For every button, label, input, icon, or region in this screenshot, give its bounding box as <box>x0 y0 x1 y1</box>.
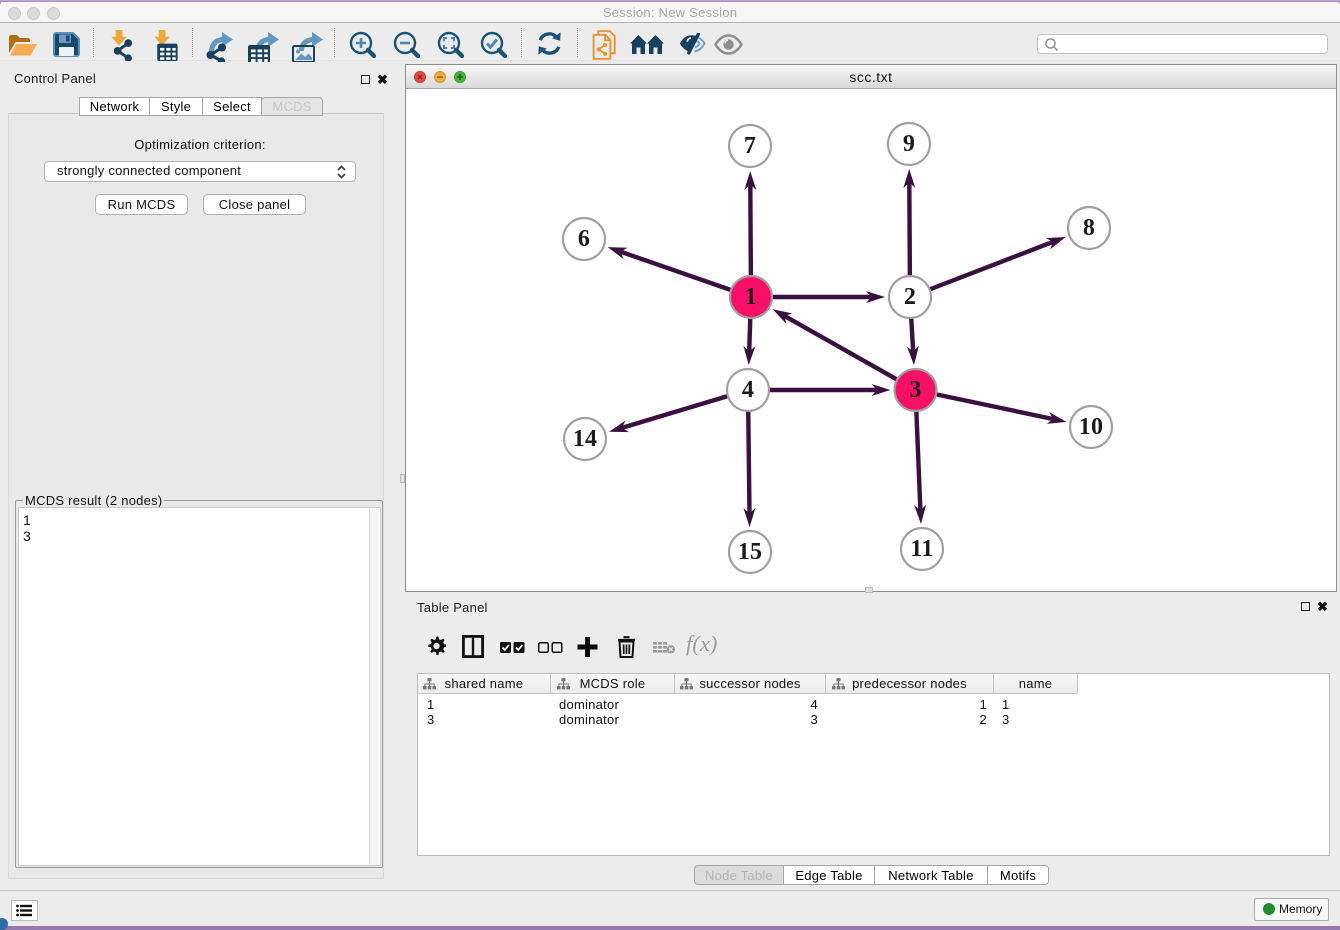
svg-text:3: 3 <box>909 377 921 403</box>
svg-text:9: 9 <box>903 131 915 157</box>
svg-text:6: 6 <box>578 226 590 252</box>
svg-text:10: 10 <box>1079 414 1104 440</box>
svg-text:4: 4 <box>742 377 754 403</box>
svg-text:8: 8 <box>1083 215 1095 241</box>
svg-text:14: 14 <box>573 426 598 452</box>
svg-text:15: 15 <box>738 539 763 565</box>
svg-text:1: 1 <box>745 284 757 310</box>
svg-text:7: 7 <box>744 133 756 159</box>
svg-text:2: 2 <box>904 284 916 310</box>
svg-text:11: 11 <box>910 536 933 562</box>
